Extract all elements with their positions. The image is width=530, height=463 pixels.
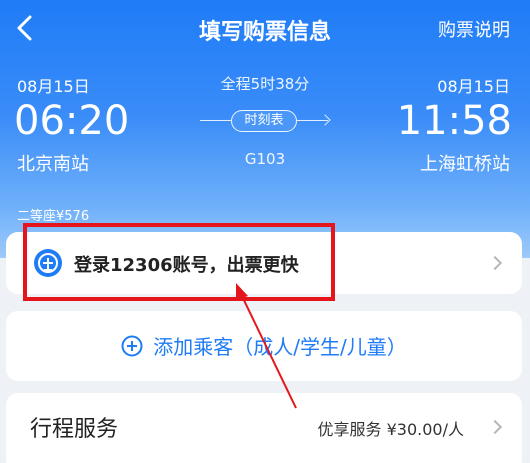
arrive-time: 11:58 <box>396 98 512 144</box>
plus-circle-icon <box>121 335 143 357</box>
login-card[interactable]: 登录12306账号，出票更快 <box>6 232 522 294</box>
ticket-help-link[interactable]: 购票说明 <box>438 16 510 42</box>
add-passenger-label: 添加乘客（成人/学生/儿童） <box>153 335 407 359</box>
depart-time: 06:20 <box>14 98 130 144</box>
chevron-right-icon <box>487 255 503 271</box>
ticket-header: 填写购票信息 购票说明 08月15日 08月15日 全程5时38分 06:20 … <box>0 0 530 258</box>
trip-duration: 全程5时38分 <box>220 75 310 93</box>
trip-service-title: 行程服务 <box>30 417 119 442</box>
rail-logo-icon <box>34 249 62 277</box>
seat-price: 二等座¥576 <box>17 209 90 224</box>
add-passenger-button[interactable]: 添加乘客（成人/学生/儿童） <box>6 311 522 381</box>
trip-service-info: 优享服务 ¥30.00/人 <box>317 420 464 439</box>
timetable-button[interactable]: 时刻表 <box>231 110 297 132</box>
chevron-right-icon <box>487 419 503 435</box>
login-prompt: 登录12306账号，出票更快 <box>74 255 299 276</box>
add-passenger-row: 添加乘客（成人/学生/儿童） <box>6 331 522 360</box>
timetable-connector: 时刻表 <box>200 110 331 132</box>
timetable-arrow-icon <box>319 114 331 126</box>
train-number: G103 <box>244 150 286 168</box>
trip-service-row[interactable]: 行程服务 优享服务 ¥30.00/人 <box>6 393 522 463</box>
